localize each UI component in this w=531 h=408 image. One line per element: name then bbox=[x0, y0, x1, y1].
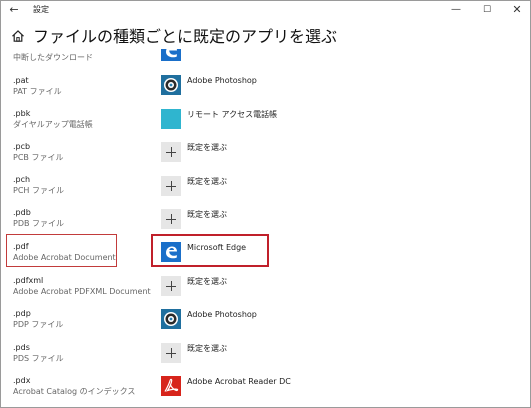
file-type-description: ダイヤルアップ電話帳 bbox=[13, 120, 93, 129]
plus-icon bbox=[161, 176, 181, 196]
file-type-description: PAT ファイル bbox=[13, 87, 62, 96]
file-type-description: PDP ファイル bbox=[13, 320, 64, 329]
file-extension: .pdx bbox=[13, 376, 31, 385]
plus-icon bbox=[161, 142, 181, 162]
plus-icon bbox=[161, 343, 181, 363]
file-type-description: 中断したダウンロード bbox=[13, 53, 93, 62]
file-type-list: 中断したダウンロード .pat PAT ファイル Adobe Photoshop bbox=[1, 49, 530, 407]
page-header: ファイルの種類ごとに既定のアプリを選ぶ bbox=[1, 21, 530, 49]
file-type-description: Acrobat Catalog のインデックス bbox=[13, 387, 136, 396]
file-type-description: PDS ファイル bbox=[13, 354, 64, 363]
photoshop-icon bbox=[161, 309, 181, 329]
title-bar: ← 設定 — ☐ ✕ bbox=[1, 1, 530, 19]
app-label: Adobe Photoshop bbox=[187, 310, 257, 319]
app-label: 既定を選ぶ bbox=[187, 277, 227, 286]
back-button[interactable]: ← bbox=[7, 3, 21, 17]
acrobat-reader-icon bbox=[161, 376, 181, 396]
file-extension: .pch bbox=[13, 175, 31, 184]
close-button[interactable]: ✕ bbox=[505, 2, 529, 18]
photoshop-icon bbox=[161, 75, 181, 95]
plus-icon bbox=[161, 209, 181, 229]
page-title: ファイルの種類ごとに既定のアプリを選ぶ bbox=[33, 27, 338, 46]
app-label: 既定を選ぶ bbox=[187, 177, 227, 186]
home-icon[interactable] bbox=[11, 29, 25, 43]
app-label: 既定を選ぶ bbox=[187, 210, 227, 219]
window-title: 設定 bbox=[33, 5, 49, 14]
file-type-description: PDB ファイル bbox=[13, 219, 65, 228]
file-type-description: PCH ファイル bbox=[13, 186, 64, 195]
app-label: Adobe Photoshop bbox=[187, 76, 257, 85]
settings-window: ← 設定 — ☐ ✕ ファイルの種類ごとに既定のアプリを選ぶ 中断したダウンロー… bbox=[0, 0, 531, 408]
file-extension: .pbk bbox=[13, 109, 31, 118]
file-type-description: PCB ファイル bbox=[13, 153, 64, 162]
file-extension: .pat bbox=[13, 76, 29, 85]
microsoft-edge-icon[interactable] bbox=[161, 49, 181, 61]
highlight-frame-pdf-app bbox=[151, 234, 269, 267]
file-extension: .pdp bbox=[13, 309, 31, 318]
file-extension: .pds bbox=[13, 343, 30, 352]
plus-icon bbox=[161, 276, 181, 296]
scrollbar[interactable] bbox=[525, 49, 529, 405]
app-label: Adobe Acrobat Reader DC bbox=[187, 377, 291, 386]
app-label: リモート アクセス電話帳 bbox=[187, 110, 278, 119]
file-type-description: Adobe Acrobat PDFXML Document bbox=[13, 287, 151, 296]
file-extension: .pdfxml bbox=[13, 276, 44, 285]
file-extension: .pdb bbox=[13, 208, 31, 217]
highlight-frame-pdf-extension bbox=[6, 234, 117, 267]
file-extension: .pcb bbox=[13, 142, 31, 151]
minimize-button[interactable]: — bbox=[444, 2, 468, 18]
remote-access-icon bbox=[161, 109, 181, 129]
app-label: 既定を選ぶ bbox=[187, 143, 227, 152]
maximize-button[interactable]: ☐ bbox=[475, 2, 499, 18]
app-label: 既定を選ぶ bbox=[187, 344, 227, 353]
